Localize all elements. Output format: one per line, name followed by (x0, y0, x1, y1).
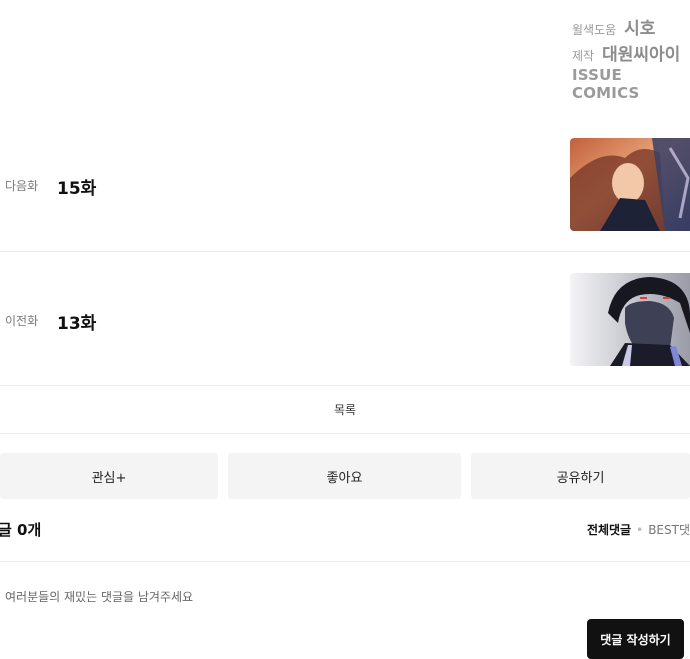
prev-episode-thumbnail[interactable] (570, 273, 690, 366)
publisher-name: ISSUE COMICS (572, 66, 640, 102)
publisher-logo: ISSUE COMICS (572, 66, 684, 102)
next-episode-direction: 다음화 (5, 179, 39, 193)
credit-label-coloring: 윌색도움 (572, 23, 617, 37)
favorite-button[interactable]: 관심+ (0, 453, 218, 499)
prev-episode-title: 13화 (57, 314, 97, 334)
credit-value-production: 대원씨아이 (602, 45, 681, 65)
prev-episode-direction: 이전화 (5, 314, 39, 328)
comment-header: 글 0개 전체댓글 • BEST댓 (0, 517, 690, 562)
comment-input[interactable]: 여러분들의 재밌는 댓글을 남겨주세요 (5, 588, 193, 605)
action-bar: 관심+ 좋아요 공유하기 (0, 453, 690, 499)
next-episode-thumbnail[interactable] (570, 138, 690, 231)
credits-block: 윌색도움 시호 제작 대원씨아이 ISSUE COMICS (572, 14, 684, 102)
episode-list-label: 목록 (333, 403, 357, 417)
episode-list-link[interactable]: 목록 (0, 385, 690, 434)
next-episode-title: 15화 (57, 179, 97, 199)
credit-value-coloring: 시호 (624, 19, 656, 39)
like-button[interactable]: 좋아요 (228, 453, 461, 499)
share-button[interactable]: 공유하기 (471, 453, 690, 499)
sort-separator-dot: • (636, 523, 644, 537)
credit-row-production: 제작 대원씨아이 (572, 40, 684, 66)
next-episode-link[interactable]: 다음화 15화 (0, 117, 690, 251)
comment-count: 글 0개 (0, 521, 42, 539)
credit-label-production: 제작 (572, 49, 595, 63)
prev-episode-link[interactable]: 이전화 13화 (0, 251, 690, 386)
comment-sort: 전체댓글 • BEST댓 (587, 521, 690, 538)
sort-best-comments-tab[interactable]: BEST댓 (648, 523, 690, 537)
sort-all-comments-tab[interactable]: 전체댓글 (587, 523, 631, 537)
credit-row-coloring: 윌색도움 시호 (572, 14, 684, 40)
write-comment-button[interactable]: 댓글 작성하기 (587, 619, 684, 659)
